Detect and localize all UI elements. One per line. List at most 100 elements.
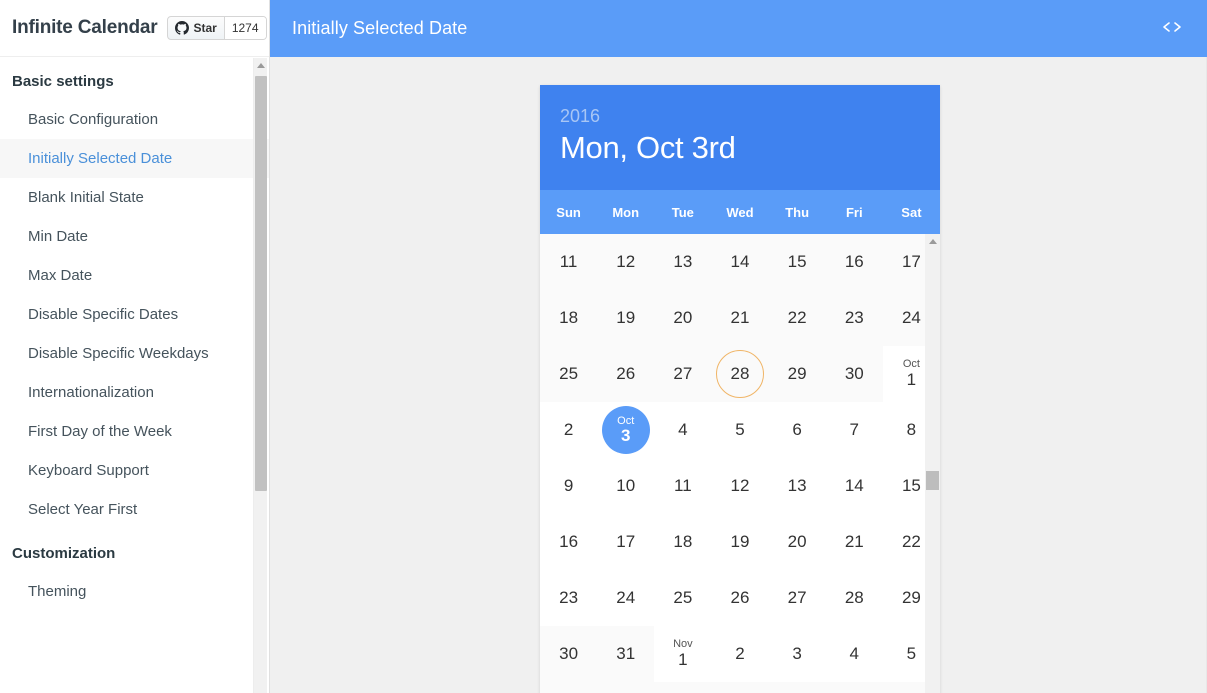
calendar-week-row: 25 26 27 28 29 30 Oct 1	[540, 346, 940, 402]
calendar-day-cell[interactable]: 19	[711, 514, 768, 570]
calendar-day-cell[interactable]: 26	[711, 570, 768, 626]
day-number: 16	[559, 532, 579, 551]
calendar-day-cell[interactable]: 24	[597, 570, 654, 626]
calendar-grid[interactable]: 11 12 13 14 15 16 17 18 19 20 21 22 23 24 25 26 27 28 29 30…	[540, 234, 940, 693]
day-number: 29	[901, 588, 921, 607]
main-area: Initially Selected Date 2016 Mon, Oct 3r…	[270, 0, 1207, 693]
calendar-day-cell[interactable]: 14	[826, 458, 883, 514]
calendar-day-cell[interactable]: 25	[540, 346, 597, 402]
day-number: 20	[787, 532, 807, 551]
sidebar-item-blank-initial-state[interactable]: Blank Initial State	[0, 178, 269, 217]
day-number: 22	[901, 532, 921, 551]
github-star-count[interactable]: 1274	[224, 17, 266, 39]
sidebar-item-first-day-of-the-week[interactable]: First Day of the Week	[0, 412, 269, 451]
calendar-day-cell[interactable]: 12	[711, 458, 768, 514]
calendar-day-cell[interactable]: 19	[597, 290, 654, 346]
calendar-day-cell[interactable]: 31	[597, 626, 654, 682]
calendar-day-cell[interactable]: 2	[711, 626, 768, 682]
triangle-up-icon[interactable]	[254, 58, 268, 72]
sidebar-scrollbar-thumb[interactable]	[255, 76, 267, 491]
calendar-day-cell[interactable]: 18	[654, 514, 711, 570]
calendar-day-cell[interactable]: 27	[654, 346, 711, 402]
day-number: 26	[730, 588, 750, 607]
github-star-label: Star	[193, 21, 217, 35]
calendar-day-cell[interactable]: 21	[711, 290, 768, 346]
sidebar-scrollbar[interactable]	[253, 58, 267, 693]
sidebar-item-select-year-first[interactable]: Select Year First	[0, 490, 269, 529]
calendar-day-cell[interactable]: 25	[654, 570, 711, 626]
calendar-day-cell[interactable]: 20	[654, 290, 711, 346]
github-star-button[interactable]: Star 1274	[167, 16, 267, 40]
sidebar-item-min-date[interactable]: Min Date	[0, 217, 269, 256]
calendar-day-cell[interactable]: 9	[540, 458, 597, 514]
sidebar-item-initially-selected-date[interactable]: Initially Selected Date	[0, 139, 269, 178]
calendar-day-cell[interactable]: 16	[826, 234, 883, 290]
calendar-day-cell[interactable]: 28	[711, 346, 768, 402]
triangle-up-icon[interactable]	[925, 234, 940, 248]
sidebar: Infinite Calendar Star 1274 Basic settin…	[0, 0, 270, 693]
calendar-day-cell[interactable]: 7	[826, 402, 883, 458]
day-number: 23	[559, 588, 579, 607]
calendar-day-cell[interactable]: 4	[654, 402, 711, 458]
calendar-day-cell[interactable]: 13	[769, 458, 826, 514]
calendar-day-cell[interactable]: 30	[826, 346, 883, 402]
calendar-day-cell[interactable]: 3	[769, 626, 826, 682]
sidebar-item-keyboard-support[interactable]: Keyboard Support	[0, 451, 269, 490]
calendar-day-cell[interactable]: 27	[769, 570, 826, 626]
calendar-day-cell[interactable]: 29	[769, 346, 826, 402]
sidebar-item-theming[interactable]: Theming	[0, 572, 269, 611]
day-number: 14	[730, 252, 750, 271]
calendar-day-cell[interactable]: 10	[597, 458, 654, 514]
calendar-day-cell[interactable]: 26	[597, 346, 654, 402]
day-number: 31	[616, 644, 636, 663]
weekday-label: Wed	[726, 204, 754, 220]
app-root: Infinite Calendar Star 1274 Basic settin…	[0, 0, 1207, 693]
calendar-week-row: 11 12 13 14 15 16 17	[540, 234, 940, 290]
today-outline-circle	[715, 350, 764, 398]
code-brackets-icon[interactable]	[1155, 15, 1189, 43]
github-star-button-face[interactable]: Star	[168, 17, 225, 39]
day-number: 30	[559, 644, 579, 663]
calendar-day-cell[interactable]: 15	[769, 234, 826, 290]
calendar-day-cell[interactable]: 6	[769, 402, 826, 458]
calendar-day-cell[interactable]: 17	[597, 514, 654, 570]
day-number: 19	[616, 308, 636, 327]
sidebar-item-max-date[interactable]: Max Date	[0, 256, 269, 295]
calendar-day-cell[interactable]: 30	[540, 626, 597, 682]
infinite-calendar[interactable]: 2016 Mon, Oct 3rd Sun Mon Tue Wed Thu Fr…	[540, 85, 940, 693]
calendar-day-cell[interactable]: 21	[826, 514, 883, 570]
calendar-scrollbar[interactable]	[925, 234, 940, 693]
calendar-day-cell[interactable]: 13	[654, 234, 711, 290]
calendar-day-cell[interactable]: 5	[711, 402, 768, 458]
day-number: 13	[673, 252, 693, 271]
calendar-day-cell[interactable]: Oct 3	[597, 402, 654, 458]
day-number: 18	[673, 532, 693, 551]
calendar-day-cell[interactable]: 23	[826, 290, 883, 346]
calendar-day-cell[interactable]: 4	[826, 626, 883, 682]
calendar-day-cell[interactable]: 16	[540, 514, 597, 570]
calendar-day-cell[interactable]: 18	[540, 290, 597, 346]
calendar-day-cell[interactable]: 11	[540, 234, 597, 290]
day-number: 11	[674, 476, 692, 495]
sidebar-item-disable-specific-dates[interactable]: Disable Specific Dates	[0, 295, 269, 334]
sidebar-item-internationalization[interactable]: Internationalization	[0, 373, 269, 412]
sidebar-item-disable-specific-weekdays[interactable]: Disable Specific Weekdays	[0, 334, 269, 373]
calendar-day-cell[interactable]: 22	[769, 290, 826, 346]
calendar-day-cell[interactable]: 12	[597, 234, 654, 290]
day-number: 6	[792, 420, 802, 439]
calendar-day-cell[interactable]: 23	[540, 570, 597, 626]
calendar-day-cell[interactable]: 11	[654, 458, 711, 514]
calendar-day-cell[interactable]: 2	[540, 402, 597, 458]
day-number: 27	[673, 364, 693, 383]
calendar-day-cell[interactable]: Nov 1	[654, 626, 711, 682]
weekday-label: Thu	[785, 204, 810, 220]
calendar-day-cell[interactable]: 20	[769, 514, 826, 570]
day-number: 5	[735, 420, 745, 439]
calendar-day-cell[interactable]: 14	[711, 234, 768, 290]
day-number: 25	[559, 364, 579, 383]
sidebar-item-basic-configuration[interactable]: Basic Configuration	[0, 100, 269, 139]
calendar-scrollbar-thumb[interactable]	[926, 471, 939, 490]
calendar-day-cell[interactable]: 28	[826, 570, 883, 626]
day-number: 16	[844, 252, 864, 271]
page-title: Initially Selected Date	[292, 18, 468, 38]
